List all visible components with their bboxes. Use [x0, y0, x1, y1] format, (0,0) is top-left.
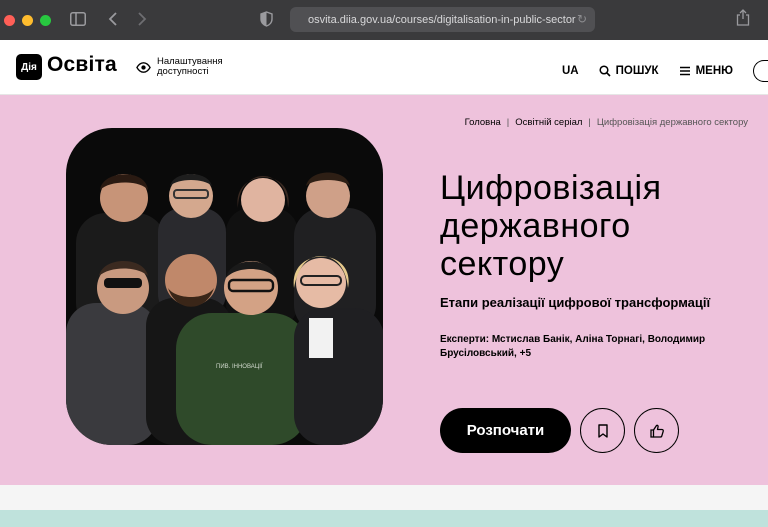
start-course-button[interactable]: Розпочати — [440, 408, 571, 453]
back-arrow-icon[interactable] — [108, 12, 118, 26]
experts-group-photo: ПИВ. ІННОВАЦІЇ — [66, 128, 383, 445]
breadcrumb-section[interactable]: Освітній серіал — [515, 117, 582, 128]
next-section-band — [0, 510, 768, 527]
sidebar-toggle-icon[interactable] — [70, 12, 86, 26]
profile-button[interactable] — [753, 60, 768, 82]
bookmark-icon — [597, 423, 608, 438]
breadcrumb-current: Цифровізація державного сектору — [596, 117, 748, 128]
language-switch[interactable]: UA — [562, 65, 579, 77]
breadcrumb-separator: | — [506, 117, 510, 128]
diia-logo-badge[interactable]: Дія — [16, 54, 42, 80]
search-label: ПОШУК — [615, 65, 659, 77]
hamburger-icon — [679, 66, 690, 76]
accessibility-settings-button[interactable]: Налаштування доступності — [136, 57, 237, 77]
eye-icon — [136, 61, 151, 73]
privacy-shield-icon[interactable] — [260, 11, 273, 27]
course-hero: Головна | Освітній серіал | Цифровізація… — [0, 95, 768, 485]
experts-portrait-illustration: ПИВ. ІННОВАЦІЇ — [66, 172, 383, 445]
maximize-window-button[interactable] — [40, 14, 51, 26]
bookmark-button[interactable] — [580, 408, 625, 453]
browser-toolbar: osvita.diia.gov.ua/courses/digitalisatio… — [0, 0, 768, 40]
breadcrumb-home[interactable]: Головна — [465, 117, 501, 128]
breadcrumb: Головна | Освітній серіал | Цифровізація… — [465, 117, 748, 128]
accessibility-label: Налаштування доступності — [157, 56, 223, 77]
share-icon[interactable] — [736, 9, 750, 26]
reload-icon[interactable]: ↻ — [577, 12, 587, 26]
header-nav: UA ПОШУК МЕНЮ — [562, 60, 768, 82]
search-button[interactable]: ПОШУК — [599, 65, 659, 77]
breadcrumb-separator: | — [588, 117, 591, 128]
like-button[interactable] — [634, 408, 679, 453]
course-title: Цифровізація державного сектору — [440, 169, 662, 283]
menu-label: МЕНЮ — [695, 65, 733, 77]
window-controls — [4, 14, 51, 26]
close-window-button[interactable] — [4, 14, 15, 26]
address-bar[interactable]: osvita.diia.gov.ua/courses/digitalisatio… — [290, 7, 595, 32]
menu-button[interactable]: МЕНЮ — [679, 65, 733, 77]
search-icon — [599, 65, 611, 77]
page-bottom-section — [0, 485, 768, 527]
course-experts: Експерти: Мстислав Банік, Аліна Торнагі,… — [440, 334, 706, 359]
svg-text:ПИВ. ІННОВАЦІЇ: ПИВ. ІННОВАЦІЇ — [216, 363, 263, 370]
site-logo-text[interactable]: Освіта — [47, 53, 117, 77]
minimize-window-button[interactable] — [22, 14, 33, 26]
forward-arrow-icon[interactable] — [137, 12, 147, 26]
course-subtitle: Етапи реалізації цифрової трансформації — [440, 295, 711, 310]
url-text: osvita.diia.gov.ua/courses/digitalisatio… — [308, 13, 576, 26]
thumbs-up-icon — [649, 424, 664, 438]
site-header: Дія Освіта Налаштування доступності UA П… — [0, 40, 768, 95]
